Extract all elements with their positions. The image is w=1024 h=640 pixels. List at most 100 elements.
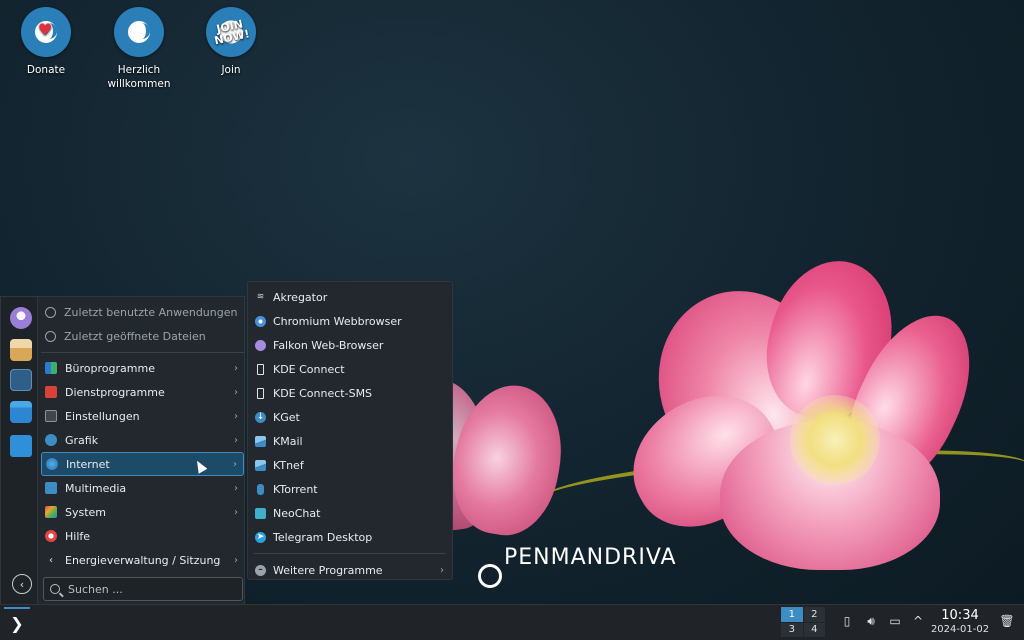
chevron-right-icon: › xyxy=(234,410,238,422)
clock-time: 10:34 xyxy=(941,608,979,623)
file-manager-app-icon[interactable] xyxy=(10,401,32,423)
help-icon xyxy=(45,530,57,542)
falkon-icon xyxy=(255,339,266,351)
app-neochat[interactable]: NeoChat xyxy=(248,501,452,525)
desktop-icon-join[interactable]: JOIN NOW! Join xyxy=(186,7,276,77)
app-kmail[interactable]: KMail xyxy=(248,429,452,453)
search-placeholder: Suchen ... xyxy=(68,582,123,596)
donate-icon: ♥ xyxy=(21,7,71,57)
chevron-right-icon: › xyxy=(234,434,238,446)
volume-icon[interactable]: 🔊︎ xyxy=(864,614,878,628)
menu-item-label: Grafik xyxy=(65,433,99,447)
app-label: NeoChat xyxy=(273,506,321,520)
taskbar: ❯ 1 2 3 4 ▯ 🔊︎ ▭ ^ 10:34 2024-01-02 🗑︎ xyxy=(0,604,1024,640)
tray-expand-icon[interactable]: ^ xyxy=(911,614,925,628)
app-label: Falkon Web-Browser xyxy=(273,338,384,352)
menu-item-utilities[interactable]: Dienstprogramme › xyxy=(41,380,244,404)
menu-item-settings[interactable]: Einstellungen › xyxy=(41,404,244,428)
openmandriva-logo-icon xyxy=(114,7,164,57)
desktop-icon-label: Join xyxy=(221,64,241,76)
desktop-4[interactable]: 4 xyxy=(803,622,825,637)
app-ktorrent[interactable]: KTorrent xyxy=(248,477,452,501)
office-icon xyxy=(45,362,57,374)
menu-item-office[interactable]: Büroprogramme › xyxy=(41,356,244,380)
app-label: KMail xyxy=(273,434,303,448)
menu-item-multimedia[interactable]: Multimedia › xyxy=(41,476,244,500)
app-label: Telegram Desktop xyxy=(273,530,373,544)
usb-drive-icon[interactable]: ▯ xyxy=(840,614,854,628)
app-label: KTnef xyxy=(273,458,304,472)
submenu-separator xyxy=(254,553,446,554)
system-settings-app-icon[interactable] xyxy=(10,369,32,391)
menu-separator xyxy=(41,352,244,353)
mail-icon xyxy=(255,435,266,447)
menu-item-label: Einstellungen xyxy=(65,409,140,423)
desktop-icon-label: Herzlich xyxy=(117,64,161,76)
app-telegram[interactable]: ➤ Telegram Desktop xyxy=(248,525,452,549)
app-chromium[interactable]: Chromium Webbrowser xyxy=(248,309,452,333)
digital-clock[interactable]: 10:34 2024-01-02 xyxy=(930,608,990,636)
menu-item-recent-files[interactable]: Zuletzt geöffnete Dateien xyxy=(41,324,244,348)
internet-submenu: ≋ Akregator Chromium Webbrowser Falkon We… xyxy=(247,281,453,580)
ktorrent-icon xyxy=(257,483,264,495)
back-icon[interactable]: ‹ xyxy=(12,574,32,594)
app-label: Akregator xyxy=(273,290,328,304)
chevron-right-icon: › xyxy=(234,362,238,374)
more-icon: – xyxy=(255,564,266,576)
app-kde-connect[interactable]: KDE Connect xyxy=(248,357,452,381)
desktop-1[interactable]: 1 xyxy=(781,607,803,622)
desktop-3[interactable]: 3 xyxy=(781,622,803,637)
chromium-icon xyxy=(255,315,266,327)
chevron-right-icon: › xyxy=(234,482,238,494)
network-icon[interactable]: ▭ xyxy=(888,614,902,628)
menu-item-power-session[interactable]: ‹ Energieverwaltung / Sitzung › xyxy=(41,548,244,572)
settings-icon xyxy=(45,410,57,422)
chevron-right-icon: › xyxy=(233,458,237,470)
search-icon xyxy=(50,584,60,594)
menu-item-label: Hilfe xyxy=(65,529,91,543)
clock-icon xyxy=(45,306,56,318)
phone-icon xyxy=(257,363,264,375)
rss-icon: ≋ xyxy=(256,292,265,302)
virtual-desktop-pager[interactable]: 1 2 3 4 xyxy=(781,607,825,637)
menu-item-recent-apps[interactable]: Zuletzt benutzte Anwendungen xyxy=(41,300,244,324)
menu-item-label: Internet xyxy=(66,457,110,471)
menu-item-internet[interactable]: Internet › xyxy=(41,452,244,476)
chevron-left-icon: ‹ xyxy=(49,554,53,566)
multimedia-icon xyxy=(45,482,57,494)
chevron-right-icon: › xyxy=(440,564,444,576)
launcher-icon: ❯ xyxy=(10,613,24,633)
menu-item-graphics[interactable]: Grafik › xyxy=(41,428,244,452)
app-akregator[interactable]: ≋ Akregator xyxy=(248,285,452,309)
utilities-icon xyxy=(45,386,57,398)
app-kde-connect-sms[interactable]: KDE Connect-SMS xyxy=(248,381,452,405)
menu-item-system[interactable]: System › xyxy=(41,500,244,524)
app-ktnef[interactable]: KTnef xyxy=(248,453,452,477)
software-store-app-icon[interactable] xyxy=(10,435,32,457)
phone-icon xyxy=(257,387,264,399)
app-falkon[interactable]: Falkon Web-Browser xyxy=(248,333,452,357)
chevron-right-icon: › xyxy=(234,554,238,566)
archive-app-icon[interactable] xyxy=(10,339,32,361)
app-kget[interactable]: ↓ KGet xyxy=(248,405,452,429)
telegram-icon: ➤ xyxy=(255,531,266,543)
desktop-icon-label-2: willkommen xyxy=(107,78,171,90)
application-launcher-button[interactable]: ❯ xyxy=(4,607,30,637)
app-label: KDE Connect-SMS xyxy=(273,386,373,400)
desktop-icon-donate[interactable]: ♥ Donate xyxy=(1,7,91,77)
menu-item-help[interactable]: Hilfe xyxy=(41,524,244,548)
search-input[interactable]: Suchen ... xyxy=(43,577,243,601)
desktop-icon-welcome[interactable]: Herzlich willkommen xyxy=(94,7,184,91)
clock-date: 2024-01-02 xyxy=(930,624,990,635)
menu-item-more-programs[interactable]: – Weitere Programme › xyxy=(248,558,452,582)
trash-icon[interactable]: 🗑︎ xyxy=(999,614,1014,628)
chat-icon xyxy=(255,507,266,519)
kget-icon: ↓ xyxy=(255,411,266,423)
user-avatar[interactable] xyxy=(10,307,32,329)
menu-item-label: Dienstprogramme xyxy=(65,385,165,399)
menu-item-label: Zuletzt geöffnete Dateien xyxy=(64,329,206,343)
desktop-2[interactable]: 2 xyxy=(803,607,825,622)
launcher-category-list: Zuletzt benutzte Anwendungen Zuletzt geö… xyxy=(41,300,244,572)
menu-item-label: Zuletzt benutzte Anwendungen xyxy=(64,305,238,319)
app-label: KDE Connect xyxy=(273,362,345,376)
